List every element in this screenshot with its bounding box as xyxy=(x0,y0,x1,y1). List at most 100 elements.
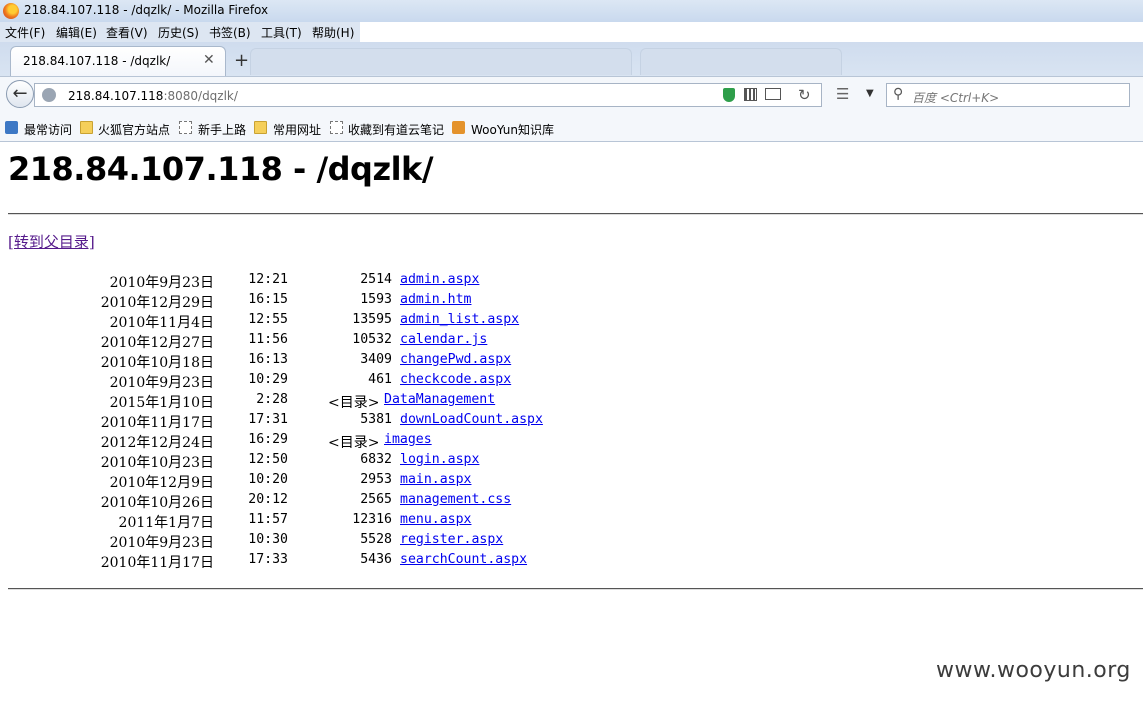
entry-size: 10532 xyxy=(352,332,392,347)
list-item: 2010年11月17日 17:33 5436 searchCount.aspx xyxy=(0,552,700,572)
file-link[interactable]: downLoadCount.aspx xyxy=(400,412,543,427)
firefox-icon xyxy=(3,3,19,19)
bookmark-firefox-official[interactable]: 火狐官方站点 xyxy=(98,121,170,138)
bookmark-common-sites[interactable]: 常用网址 xyxy=(273,121,321,138)
file-link[interactable]: changePwd.aspx xyxy=(400,352,511,367)
file-link[interactable]: login.aspx xyxy=(400,452,479,467)
file-link[interactable]: searchCount.aspx xyxy=(400,552,527,567)
entry-time: 12:55 xyxy=(248,312,288,327)
bookmark-getting-started[interactable]: 新手上路 xyxy=(198,121,246,138)
new-tab-button[interactable]: + xyxy=(234,50,249,71)
entry-time: 16:13 xyxy=(248,352,288,367)
folder-icon xyxy=(80,121,93,134)
background-tab[interactable] xyxy=(250,48,632,75)
file-link[interactable]: management.css xyxy=(400,492,511,507)
entry-date: 2015年1月10日 xyxy=(109,395,214,411)
shield-icon[interactable] xyxy=(723,88,735,102)
search-icon[interactable]: ⚲ xyxy=(893,86,903,102)
entry-time: 11:57 xyxy=(248,512,288,527)
most-visited-icon xyxy=(5,121,18,134)
entry-size: 13595 xyxy=(352,312,392,327)
file-link[interactable]: register.aspx xyxy=(400,532,503,547)
entry-date: 2010年9月23日 xyxy=(109,275,214,291)
entry-time: 11:56 xyxy=(248,332,288,347)
reader-view-icon[interactable] xyxy=(765,88,781,100)
background-tab[interactable] xyxy=(640,48,842,75)
entry-size: 2953 xyxy=(360,472,392,487)
entry-date: 2010年12月9日 xyxy=(109,475,214,491)
entry-date: 2010年10月18日 xyxy=(100,355,214,371)
url-text[interactable]: 218.84.107.118:8080/dqzlk/ xyxy=(68,89,238,103)
list-item: 2010年9月23日 10:30 5528 register.aspx xyxy=(0,532,700,552)
list-item: 2011年1月7日 11:57 12316 menu.aspx xyxy=(0,512,700,532)
list-item: 2010年10月18日 16:13 3409 changePwd.aspx xyxy=(0,352,700,372)
list-item: 2010年12月29日 16:15 1593 admin.htm xyxy=(0,292,700,312)
entry-size: 2565 xyxy=(360,492,392,507)
file-link[interactable]: menu.aspx xyxy=(400,512,471,527)
list-item: 2015年1月10日 2:28 <目录> DataManagement xyxy=(0,392,700,412)
url-path: :8080/dqzlk/ xyxy=(163,89,238,103)
tab-active[interactable]: 218.84.107.118 - /dqzlk/ ✕ xyxy=(10,46,226,77)
file-link[interactable]: images xyxy=(384,432,432,447)
file-link[interactable]: admin.htm xyxy=(400,292,471,307)
reload-icon[interactable]: ↻ xyxy=(798,86,811,104)
qr-code-icon[interactable] xyxy=(744,88,757,101)
menu-edit[interactable]: 编辑(E) xyxy=(56,24,97,41)
bookmark-most-visited[interactable]: 最常访问 xyxy=(24,121,72,138)
divider xyxy=(8,213,1143,215)
chevron-down-icon[interactable]: ▼ xyxy=(866,88,874,99)
entry-date: 2011年1月7日 xyxy=(118,515,214,531)
globe-icon xyxy=(42,88,56,102)
file-link[interactable]: DataManagement xyxy=(384,392,495,407)
page-icon xyxy=(330,121,343,134)
entry-size: 461 xyxy=(368,372,392,387)
file-link[interactable]: checkcode.aspx xyxy=(400,372,511,387)
menu-help[interactable]: 帮助(H) xyxy=(312,24,354,41)
file-link[interactable]: admin.aspx xyxy=(400,272,479,287)
entry-time: 2:28 xyxy=(256,392,288,407)
entry-date: 2010年11月17日 xyxy=(100,555,214,571)
entry-size: 5381 xyxy=(360,412,392,427)
list-item: 2010年11月17日 17:31 5381 downLoadCount.aspx xyxy=(0,412,700,432)
entry-time: 17:33 xyxy=(248,552,288,567)
file-link[interactable]: calendar.js xyxy=(400,332,487,347)
entry-time: 12:21 xyxy=(248,272,288,287)
file-link[interactable]: main.aspx xyxy=(400,472,471,487)
directory-label: <目录> xyxy=(328,395,380,411)
list-item: 2010年10月26日 20:12 2565 management.css xyxy=(0,492,700,512)
menu-history[interactable]: 历史(S) xyxy=(158,24,199,41)
page-icon xyxy=(179,121,192,134)
bookmark-wooyun[interactable]: WooYun知识库 xyxy=(471,121,554,138)
entry-size: 2514 xyxy=(360,272,392,287)
close-tab-icon[interactable]: ✕ xyxy=(203,52,215,68)
list-item: 2010年10月23日 12:50 6832 login.aspx xyxy=(0,452,700,472)
back-arrow-icon: ← xyxy=(12,83,28,104)
menu-tools[interactable]: 工具(T) xyxy=(261,24,302,41)
entry-time: 10:29 xyxy=(248,372,288,387)
list-item: 2010年12月9日 10:20 2953 main.aspx xyxy=(0,472,700,492)
file-link[interactable]: admin_list.aspx xyxy=(400,312,519,327)
menu-file[interactable]: 文件(F) xyxy=(5,24,45,41)
entry-time: 12:50 xyxy=(248,452,288,467)
url-host: 218.84.107.118 xyxy=(68,89,164,103)
window-title: 218.84.107.118 - /dqzlk/ - Mozilla Firef… xyxy=(24,3,269,17)
entry-size: 6832 xyxy=(360,452,392,467)
menu-view[interactable]: 查看(V) xyxy=(106,24,148,41)
list-item: 2010年9月23日 10:29 461 checkcode.aspx xyxy=(0,372,700,392)
search-input[interactable]: 百度 <Ctrl+K> xyxy=(912,89,999,106)
entry-date: 2010年9月23日 xyxy=(109,535,214,551)
entry-date: 2010年10月26日 xyxy=(100,495,214,511)
entry-date: 2010年10月23日 xyxy=(100,455,214,471)
list-item: 2010年9月23日 12:21 2514 admin.aspx xyxy=(0,272,700,292)
entry-size: 12316 xyxy=(352,512,392,527)
entry-date: 2012年12月24日 xyxy=(100,435,214,451)
entry-date: 2010年9月23日 xyxy=(109,375,214,391)
back-button[interactable]: ← xyxy=(6,80,34,108)
parent-directory-link[interactable]: [转到父目录] xyxy=(8,231,95,252)
menu-bookmarks[interactable]: 书签(B) xyxy=(209,24,251,41)
rss-icon xyxy=(452,121,465,134)
entry-time: 16:15 xyxy=(248,292,288,307)
entry-time: 10:30 xyxy=(248,532,288,547)
bookmark-youdao-note[interactable]: 收藏到有道云笔记 xyxy=(348,121,444,138)
addon-icon[interactable]: ☰ xyxy=(836,85,849,103)
